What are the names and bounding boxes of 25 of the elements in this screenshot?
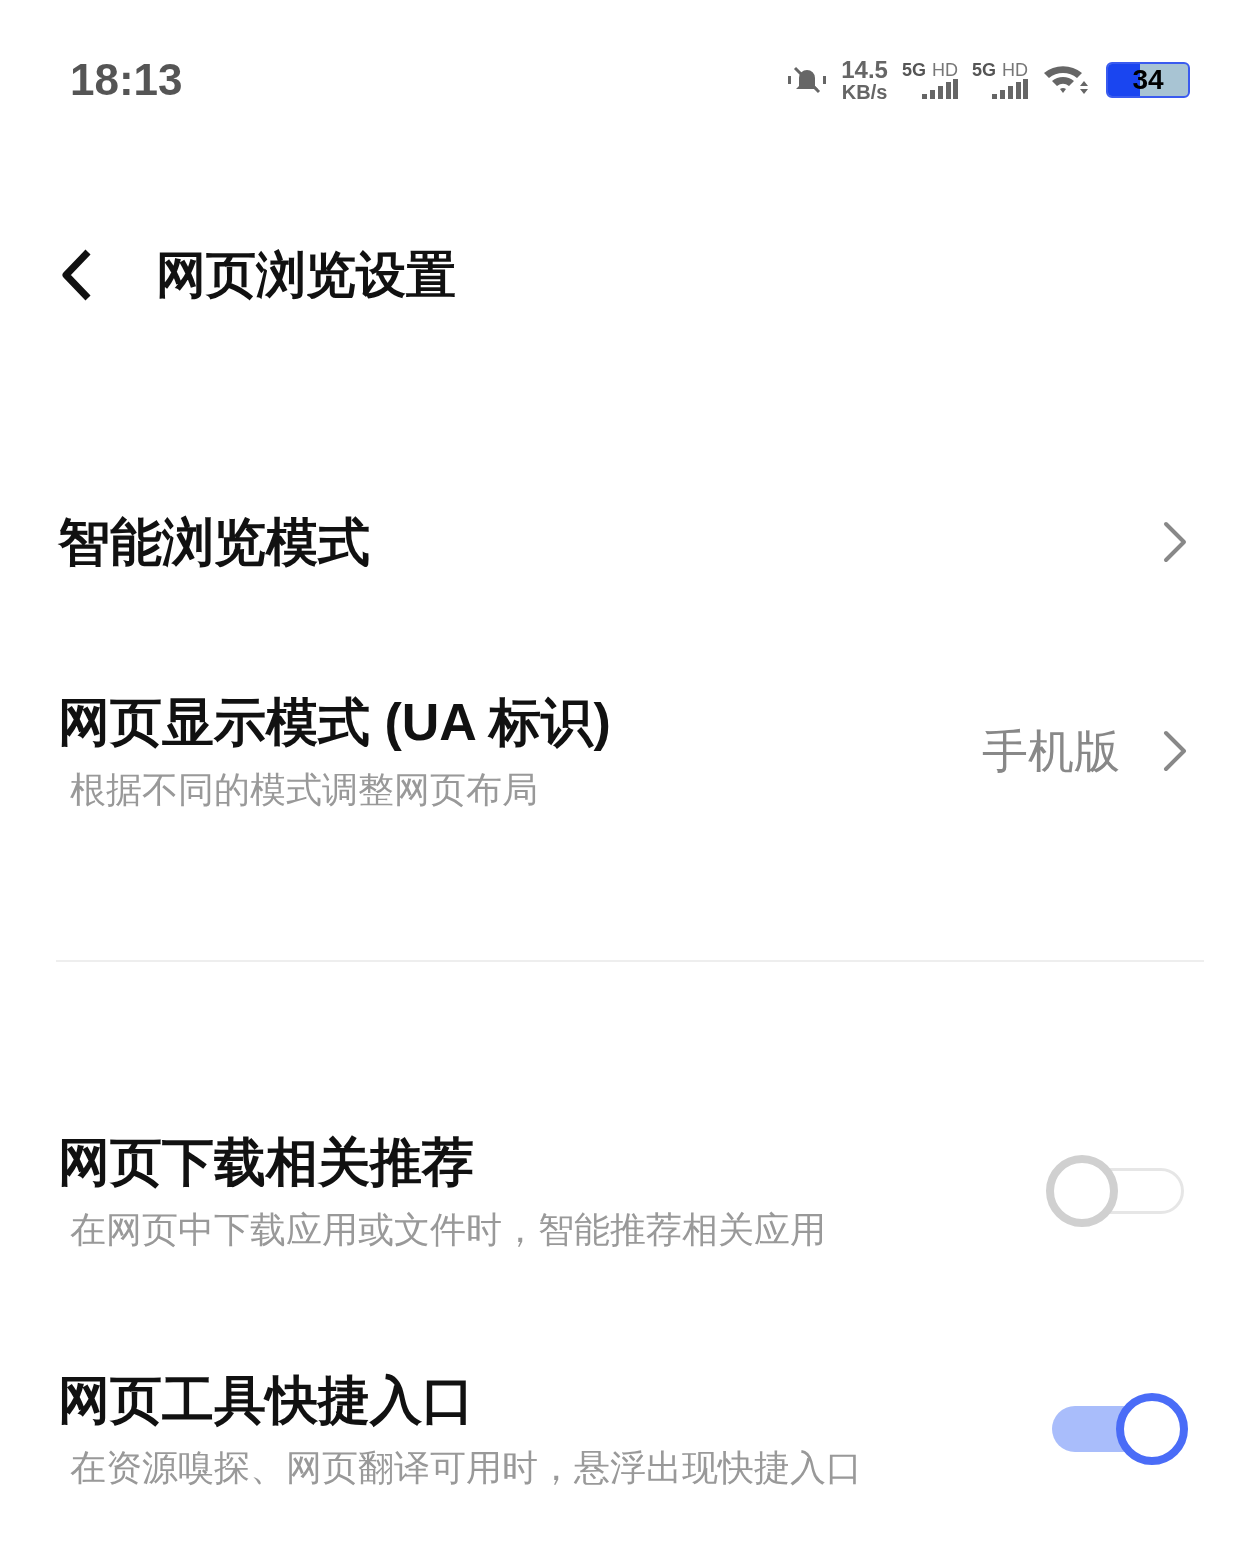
setting-description: 在资源嗅探、网页翻译可用时，悬浮出现快捷入口: [69, 1446, 862, 1490]
hd-label: HD: [1002, 61, 1028, 79]
muted-bell-icon: [787, 64, 828, 96]
chevron-right-icon: [1162, 520, 1188, 564]
signal-icon: [992, 79, 1028, 99]
setting-title: 网页显示模式 (UA 标识): [58, 692, 611, 753]
current-value: 手机版: [982, 723, 1120, 779]
settings-row[interactable]: 网页显示模式 (UA 标识) 根据不同的模式调整网页布局 手机版: [0, 632, 1260, 870]
page-title: 网页浏览设置: [156, 245, 456, 305]
setting-description: 在网页中下载应用或文件时，智能推荐相关应用: [69, 1208, 826, 1252]
setting-title: 网页下载相关推荐: [58, 1132, 475, 1193]
setting-title: 智能浏览模式: [58, 511, 370, 573]
settings-row[interactable]: 网页下载相关推荐 在网页中下载应用或文件时，智能推荐相关应用: [0, 1072, 1260, 1310]
hd-label: HD: [932, 61, 958, 79]
setting-title: 网页工具快捷入口: [58, 1370, 475, 1431]
settings-row[interactable]: 网页工具快捷入口 在资源嗅探、网页翻译可用时，悬浮出现快捷入口: [0, 1310, 1260, 1548]
network-type: 5G: [901, 61, 926, 79]
setting-description: 根据不同的模式调整网页布局: [69, 768, 539, 812]
chevron-right-icon: [1162, 729, 1188, 773]
network-type: 5G: [972, 61, 996, 79]
settings-row[interactable]: 智能浏览模式: [0, 452, 1260, 632]
network-speed-unit: KB/s: [841, 82, 888, 102]
network-speed: 14.5: [841, 58, 888, 82]
clock: 18:13: [70, 54, 183, 106]
signal-icon: [922, 79, 958, 99]
